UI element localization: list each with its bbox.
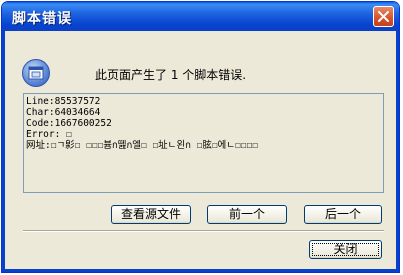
window-frame-left — [2, 31, 5, 272]
title-close-button[interactable] — [373, 6, 394, 27]
error-message: 此页面产生了 1 个脚本错误. — [95, 68, 247, 82]
window-frame-bottom — [2, 269, 399, 272]
next-button[interactable]: 后一个 — [304, 205, 382, 224]
script-error-dialog: 脚本错误 此页面产生了 1 个脚本错误. Line:85537572 Char:… — [1, 1, 400, 273]
previous-button[interactable]: 前一个 — [207, 205, 287, 224]
divider — [23, 230, 384, 232]
detail-char: Char:64034664 — [26, 107, 101, 118]
dialog-title: 脚本错误 — [12, 11, 72, 27]
detail-url: 网址:☐ㄱ㣐☐ ☐☐☐븀ก뗊ก엘☐ ☐址ㄴ왼ก ☐胘☐에ㄴ☐☐☐☐ — [26, 140, 258, 151]
view-source-button[interactable]: 查看源文件 — [111, 205, 191, 224]
detail-error: Error: ☐ — [26, 129, 72, 140]
window-frame-right — [396, 31, 399, 272]
info-icon — [22, 59, 50, 87]
error-details[interactable]: Line:85537572 Char:64034664 Code:1667600… — [23, 93, 384, 193]
close-icon — [378, 11, 389, 22]
close-button[interactable]: 关闭 — [309, 240, 382, 259]
title-bar[interactable]: 脚本错误 — [2, 2, 399, 31]
detail-line: Line:85537572 — [26, 96, 101, 107]
detail-code: Code:1667600252 — [26, 118, 112, 129]
